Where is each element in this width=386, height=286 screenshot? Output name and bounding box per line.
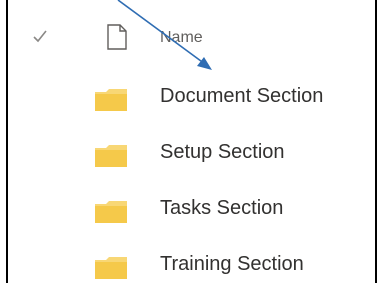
list-item[interactable]: Setup Section	[8, 134, 375, 174]
document-library-list: Name Document Section Setup Section Task…	[6, 0, 377, 283]
folder-name-link[interactable]: Training Section	[160, 253, 304, 276]
folder-icon	[95, 257, 127, 279]
folder-name-link[interactable]: Tasks Section	[160, 197, 283, 220]
list-item[interactable]: Document Section	[8, 78, 375, 118]
list-item[interactable]: Tasks Section	[8, 190, 375, 230]
folder-icon	[95, 201, 127, 223]
list-item[interactable]: Training Section	[8, 246, 375, 286]
folder-name-link[interactable]: Setup Section	[160, 141, 285, 164]
document-icon	[107, 24, 127, 50]
folder-icon	[95, 145, 127, 167]
checkmark-icon[interactable]	[32, 28, 48, 44]
list-header-row: Name	[8, 20, 375, 60]
column-header-name[interactable]: Name	[160, 29, 203, 47]
folder-icon	[95, 89, 127, 111]
folder-name-link[interactable]: Document Section	[160, 85, 323, 108]
